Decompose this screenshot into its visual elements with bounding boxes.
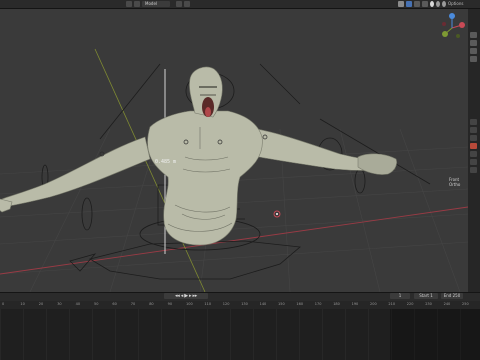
output-tab-icon[interactable] <box>470 135 477 141</box>
timeline-tick-label: 220 <box>406 302 414 306</box>
timeline-tick-label: 40 <box>75 302 81 306</box>
gizmo-z-icon <box>449 13 455 19</box>
timeline-tick-label: 0 <box>2 302 5 306</box>
timeline-tick-label: 130 <box>241 302 248 306</box>
xray-toggle-icon[interactable] <box>422 1 428 7</box>
timeline-tick-label: 100 <box>186 302 193 306</box>
timeline-tick-label: 20 <box>38 302 44 306</box>
timeline-tick-label: 240 <box>443 302 451 306</box>
3d-viewport[interactable]: 0.485 m Front Ortho <box>0 9 468 292</box>
timeline-tick-label: 30 <box>57 302 62 306</box>
timeline-tick-label: 10 <box>20 302 25 306</box>
timeline-ruler[interactable]: 0 10 20 30 40 50 60 70 80 90 100 110 120 130 140 150 160… <box>0 301 480 309</box>
timeline-tick-label: 90 <box>167 302 173 306</box>
view-name-label: Front Ortho <box>449 177 461 187</box>
timeline-tick-label: 250 <box>462 302 469 306</box>
solid-shading-icon[interactable] <box>430 1 434 7</box>
zoom-icon[interactable] <box>470 32 477 38</box>
camera-icon[interactable] <box>470 48 477 54</box>
timeline-out-of-range <box>390 309 480 360</box>
viewport-canvas <box>0 48 468 292</box>
timeline-tick-label: 120 <box>222 302 230 306</box>
properties-tab-strip <box>468 9 480 292</box>
current-frame-field[interactable]: 1 <box>390 293 410 299</box>
transform-orientation-icon[interactable] <box>176 1 182 7</box>
timeline-tick-label: 160 <box>296 302 304 306</box>
hand-pan-icon[interactable] <box>470 40 477 46</box>
blender-window: Model Options 0.485 m Front Ortho ◂◂ ◂ ▶… <box>0 0 480 360</box>
timeline-tick-label: 230 <box>425 302 432 306</box>
mode-selector[interactable]: Model <box>142 1 170 7</box>
timeline-tick-label: 70 <box>130 302 136 306</box>
timeline-tick-label: 110 <box>204 302 212 306</box>
timeline-tick-label: 50 <box>94 302 99 306</box>
material-shading-icon[interactable] <box>436 1 440 7</box>
timeline-tick-label: 210 <box>388 302 396 306</box>
timeline-tick-label: 80 <box>149 302 154 306</box>
timeline-tick-label: 170 <box>314 302 322 306</box>
snap-icon[interactable] <box>184 1 190 7</box>
playback-controls[interactable]: ◂◂ ◂ ▶ ▸ ▸▸ <box>164 293 208 299</box>
visibility-icon[interactable] <box>398 1 404 7</box>
gizmo-y-icon <box>442 31 448 37</box>
timeline-tick-label: 60 <box>112 302 117 306</box>
object-tab-icon[interactable] <box>470 159 477 165</box>
scene-tab-icon[interactable] <box>470 143 477 149</box>
timeline-tick-label: 140 <box>259 302 267 306</box>
tool-tab-icon[interactable] <box>470 119 477 125</box>
timeline-tick-label: 190 <box>351 302 359 306</box>
end-frame-field[interactable]: End 250 <box>441 293 463 299</box>
grid-icon[interactable] <box>470 56 477 62</box>
world-tab-icon[interactable] <box>470 151 477 157</box>
overlay-toggle-icon[interactable] <box>414 1 420 7</box>
gizmo-toggle-icon[interactable] <box>406 1 412 7</box>
character-mesh <box>0 66 397 246</box>
view-menu-icon[interactable] <box>134 1 140 7</box>
render-tab-icon[interactable] <box>470 127 477 133</box>
timeline-tick-label: 200 <box>370 302 377 306</box>
options-menu[interactable]: Options <box>448 1 463 7</box>
timeline-tick-label: 150 <box>278 302 285 306</box>
3d-cursor <box>273 210 281 218</box>
rendered-shading-icon[interactable] <box>442 1 446 7</box>
start-frame-field[interactable]: Start 1 <box>414 293 438 299</box>
measure-readout: 0.485 m <box>155 159 177 165</box>
gizmo-x-icon <box>459 22 465 28</box>
timeline-tick-label: 180 <box>333 302 340 306</box>
viewport-header: Model Options <box>0 0 480 9</box>
navigation-gizmo[interactable] <box>436 12 468 44</box>
modifier-tab-icon[interactable] <box>470 167 477 173</box>
editor-type-icon[interactable] <box>126 1 132 7</box>
